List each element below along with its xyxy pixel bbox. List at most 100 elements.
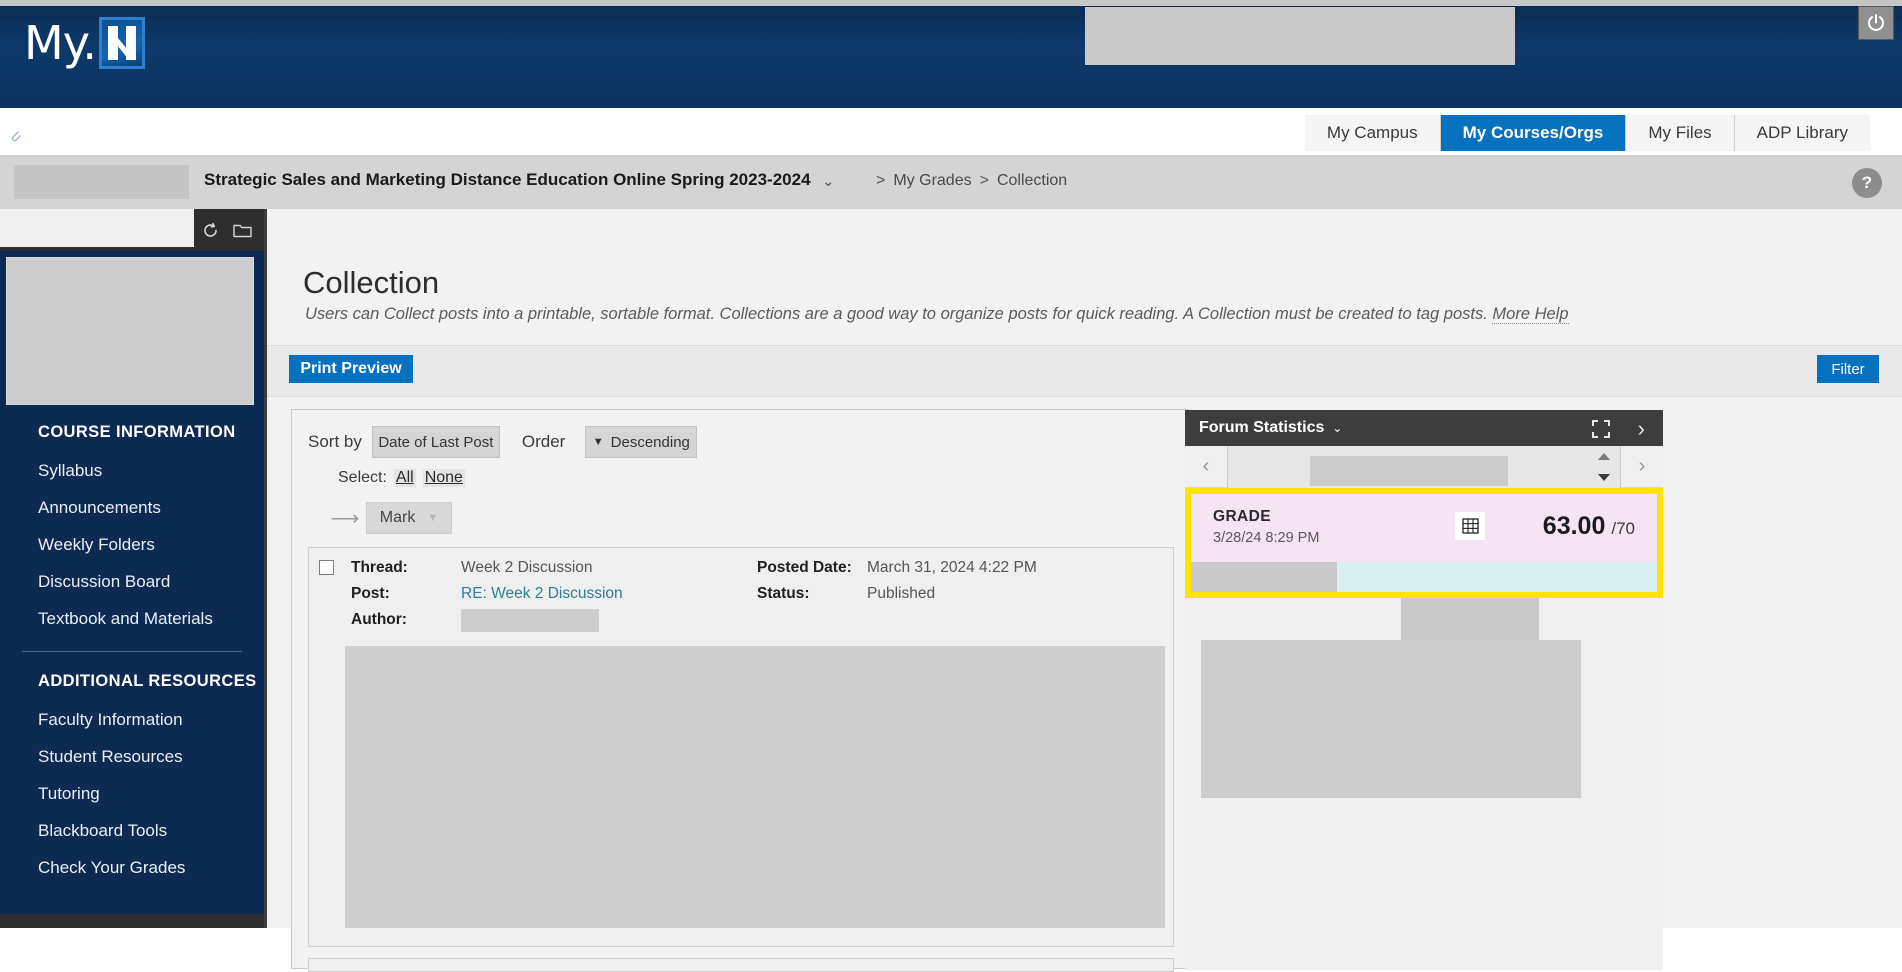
breadcrumb-separator-2: >	[979, 172, 989, 189]
caret-down-icon: ▼	[427, 512, 439, 524]
breadcrumb-separator-1: >	[876, 172, 886, 189]
brand-name-text: My.	[24, 16, 97, 70]
grade-score: 63.00 /70	[1543, 512, 1635, 541]
select-none-link[interactable]: None	[422, 469, 465, 487]
mark-controls: ⟶ Mark ▼	[330, 502, 452, 534]
post-card: Thread: Week 2 Discussion Post: RE: Week…	[308, 547, 1174, 947]
breadcrumb-item-my-grades[interactable]: My Grades	[893, 172, 971, 190]
caret-down-icon: ▼	[592, 436, 604, 448]
sort-by-dropdown[interactable]: Date of Last Post	[371, 426, 500, 458]
sidebar-heading-course-information: COURSE INFORMATION	[38, 423, 236, 441]
filter-button[interactable]: Filter	[1817, 355, 1879, 383]
expand-icon[interactable]	[1591, 419, 1611, 439]
mark-button[interactable]: Mark ▼	[366, 502, 452, 534]
header-top-strip	[0, 0, 1902, 6]
tab-my-files[interactable]: My Files	[1626, 115, 1735, 151]
grade-score-value: 63.00	[1542, 512, 1606, 540]
sidebar-item-blackboard-tools[interactable]: Blackboard Tools	[0, 812, 264, 849]
grade-date: 3/28/24 8:29 PM	[1213, 530, 1320, 546]
post-posted-date-label: Posted Date:	[757, 559, 852, 576]
sidebar-toolbar-placeholder	[0, 209, 194, 247]
sidebar-item-tutoring[interactable]: Tutoring	[0, 775, 264, 812]
chevron-down-icon[interactable]: ⌄	[822, 172, 835, 190]
tab-adp-library[interactable]: ADP Library	[1734, 115, 1870, 151]
breadcrumb-placeholder	[14, 165, 189, 199]
top-header: My.	[0, 0, 1902, 108]
folder-icon[interactable]	[230, 219, 254, 241]
chevron-right-icon[interactable]: ›	[1621, 446, 1663, 488]
paperclip-icon[interactable]	[4, 124, 26, 146]
post-card-next[interactable]	[308, 958, 1174, 972]
action-bar: Print Preview Filter	[267, 345, 1902, 397]
sort-controls: Sort by Date of Last Post Order ▼ Descen…	[308, 426, 698, 458]
sidebar-item-discussion-board[interactable]: Discussion Board	[0, 563, 264, 600]
select-all-link[interactable]: All	[393, 469, 416, 487]
panel-content-block	[1201, 640, 1581, 798]
sidebar-item-student-resources[interactable]: Student Resources	[0, 738, 264, 775]
arrow-right-icon: ⟶	[330, 507, 360, 530]
grade-strip-left	[1191, 562, 1337, 592]
spinner-updown-icon[interactable]	[1596, 452, 1612, 481]
grade-label: GRADE	[1213, 508, 1271, 525]
forum-statistics-title: Forum Statistics	[1199, 419, 1325, 436]
page-title: Collection	[303, 265, 440, 300]
post-list-panel: Sort by Date of Last Post Order ▼ Descen…	[291, 409, 1189, 972]
page-description-text: Users can Collect posts into a printable…	[305, 305, 1488, 323]
panel-pager: ‹ ›	[1185, 445, 1663, 488]
more-help-link[interactable]: More Help	[1492, 305, 1569, 324]
post-status-value: Published	[867, 585, 936, 602]
sidebar-item-check-your-grades[interactable]: Check Your Grades	[0, 849, 264, 886]
post-posted-date-value: March 31, 2024 4:22 PM	[867, 559, 1037, 576]
refresh-icon[interactable]	[198, 219, 222, 241]
sidebar-item-textbook-and-materials[interactable]: Textbook and Materials	[0, 600, 264, 637]
post-post-link[interactable]: RE: Week 2 Discussion	[461, 585, 623, 603]
post-date-row: Posted Date: March 31, 2024 4:22 PM	[757, 558, 1037, 578]
chevron-down-icon[interactable]: ⌄	[1332, 421, 1342, 435]
breadcrumb-item-collection[interactable]: Collection	[997, 172, 1067, 190]
select-label: Select:	[338, 469, 387, 486]
order-label: Order	[521, 432, 566, 451]
post-author-label: Author:	[351, 611, 407, 628]
course-sidebar: COURSE INFORMATION Syllabus Announcement…	[0, 209, 264, 928]
sidebar-divider	[22, 651, 242, 652]
sidebar-heading-additional-resources: ADDITIONAL RESOURCES	[38, 672, 257, 690]
page-description: Users can Collect posts into a printable…	[305, 305, 1569, 324]
pager-field[interactable]	[1227, 445, 1621, 488]
brand-n-icon	[98, 17, 145, 69]
post-select-checkbox[interactable]	[319, 560, 334, 575]
main-content: Collection Users can Collect posts into …	[264, 209, 1902, 972]
post-thread-value: Week 2 Discussion	[461, 559, 593, 576]
post-body-content	[345, 646, 1165, 928]
help-icon[interactable]: ?	[1852, 168, 1882, 198]
brand-logo[interactable]: My.	[24, 14, 145, 72]
order-dropdown[interactable]: ▼ Descending	[585, 426, 698, 458]
primary-tabs: My Campus My Courses/Orgs My Files ADP L…	[1304, 113, 1870, 151]
sidebar-item-syllabus[interactable]: Syllabus	[0, 452, 264, 489]
post-status-label: Status:	[757, 585, 810, 602]
post-thread-row: Thread: Week 2 Discussion	[351, 558, 623, 578]
forum-statistics-panel: Forum Statistics ⌄ › ‹ › GRADE 3/28/24 8…	[1185, 410, 1663, 970]
tab-my-courses-orgs[interactable]: My Courses/Orgs	[1440, 115, 1627, 151]
sidebar-item-faculty-information[interactable]: Faculty Information	[0, 701, 264, 738]
sidebar-item-weekly-folders[interactable]: Weekly Folders	[0, 526, 264, 563]
post-status-row: Status: Published	[757, 584, 1037, 604]
grade-card[interactable]: GRADE 3/28/24 8:29 PM 63.00 /70	[1185, 488, 1663, 598]
grid-icon[interactable]	[1455, 512, 1485, 540]
select-controls: Select: All None	[338, 469, 465, 487]
sidebar-item-announcements[interactable]: Announcements	[0, 489, 264, 526]
sidebar-navigation: COURSE INFORMATION Syllabus Announcement…	[0, 413, 264, 886]
sidebar-toolbar	[0, 209, 264, 251]
print-preview-button[interactable]: Print Preview	[289, 355, 413, 383]
order-dropdown-value: Descending	[610, 433, 690, 451]
grade-score-denominator: /70	[1611, 519, 1635, 538]
grade-strip-right	[1337, 562, 1657, 592]
sort-by-label: Sort by	[308, 432, 362, 451]
power-icon[interactable]	[1858, 6, 1894, 40]
header-placeholder-panel	[1085, 7, 1515, 65]
post-post-label: Post:	[351, 585, 390, 602]
chevron-left-icon[interactable]: ‹	[1185, 446, 1227, 488]
tab-my-campus[interactable]: My Campus	[1304, 115, 1441, 151]
chevron-right-icon[interactable]: ›	[1638, 416, 1645, 442]
sidebar-bottom-bar	[0, 914, 264, 928]
panel-background	[1185, 598, 1663, 970]
